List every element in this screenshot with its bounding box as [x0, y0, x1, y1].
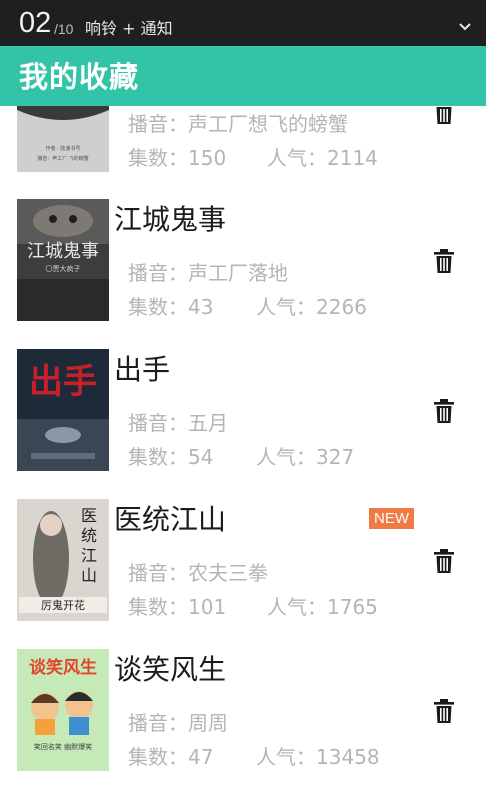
book-cover: 谈笑风生 笑回名笑 幽默爆笑 [17, 649, 109, 771]
item-anchor: 播音：农夫三拳 [128, 561, 268, 585]
svg-text:〇贾大疯子: 〇贾大疯子 [46, 264, 81, 273]
item-episodes: 集数：54 [128, 445, 214, 469]
notification-label: 响铃 + 通知 [85, 19, 173, 38]
svg-text:出手: 出手 [29, 362, 97, 402]
svg-text:厉鬼开花: 厉鬼开花 [41, 598, 85, 612]
new-badge: NEW [369, 508, 414, 529]
list-item[interactable]: 出手 出手 播音：五月 集数：54 人气：327 [0, 349, 486, 499]
item-title: 谈笑风生 [114, 653, 227, 686]
item-stats: 集数：43 人气：2266 [128, 295, 367, 319]
item-stats: 集数：150 人气：2114 [128, 146, 378, 170]
book-cover: 医 统 江 山 厉鬼开花 [17, 499, 109, 621]
item-anchor: 播音：五月 [128, 411, 228, 435]
item-episodes: 集数：47 [128, 745, 214, 769]
item-episodes: 集数：43 [128, 295, 214, 319]
item-title: 江城鬼事 [114, 203, 227, 236]
item-anchor: 播音：声工厂落地 [128, 261, 288, 285]
svg-text:谈笑风生: 谈笑风生 [29, 657, 97, 678]
item-anchor: 播音：周周 [128, 711, 228, 735]
item-popularity: 人气：327 [256, 445, 355, 469]
notification-status-bar[interactable]: 02 /10 响铃 + 通知 [0, 0, 486, 46]
page-header: 我的收藏 [0, 46, 486, 106]
book-cover: 江城鬼事 〇贾大疯子 [17, 199, 109, 321]
list-item[interactable]: 医 统 江 山 厉鬼开花 医统江山 NEW 播音：农夫三拳 集数：101 人气：… [0, 499, 486, 649]
page-title: 我的收藏 [19, 60, 140, 94]
favorites-list: 作者 · 陆谦书号 播音：声工厂·飞的螃蟹 播音：声工厂想飞的螃蟹 集数：150… [0, 0, 486, 810]
svg-text:播音：声工厂·飞的螃蟹: 播音：声工厂·飞的螃蟹 [37, 155, 89, 162]
trash-icon[interactable] [434, 249, 454, 273]
list-item[interactable]: 谈笑风生 笑回名笑 幽默爆笑 谈笑风生 播音：周周 集数：47 人气：13458 [0, 649, 486, 799]
chevron-down-icon[interactable] [458, 22, 472, 32]
notification-index: 02 [19, 7, 52, 39]
trash-icon[interactable] [434, 399, 454, 423]
item-anchor: 播音：声工厂想飞的螃蟹 [128, 112, 348, 136]
item-title: 医统江山 [114, 503, 227, 536]
svg-text:江城鬼事: 江城鬼事 [27, 241, 99, 262]
svg-text:作者 · 陆谦书号: 作者 · 陆谦书号 [46, 145, 81, 152]
trash-icon[interactable] [434, 699, 454, 723]
item-popularity: 人气：2114 [267, 146, 378, 170]
item-popularity: 人气：2266 [256, 295, 367, 319]
svg-text:江: 江 [81, 546, 97, 565]
item-stats: 集数：47 人气：13458 [128, 745, 380, 769]
svg-text:笑回名笑 幽默爆笑: 笑回名笑 幽默爆笑 [34, 742, 92, 751]
notification-total: /10 [54, 21, 74, 37]
trash-icon[interactable] [434, 549, 454, 573]
item-stats: 集数：54 人气：327 [128, 445, 354, 469]
svg-text:统: 统 [81, 526, 97, 545]
item-episodes: 集数：101 [128, 595, 227, 619]
item-title: 出手 [114, 353, 171, 386]
svg-text:山: 山 [81, 566, 97, 585]
svg-text:医: 医 [81, 506, 97, 525]
item-popularity: 人气：1765 [267, 595, 378, 619]
book-cover: 出手 [17, 349, 109, 471]
list-item[interactable]: 江城鬼事 〇贾大疯子 江城鬼事 播音：声工厂落地 集数：43 人气：2266 [0, 199, 486, 349]
item-stats: 集数：101 人气：1765 [128, 595, 378, 619]
item-episodes: 集数：150 [128, 146, 227, 170]
item-popularity: 人气：13458 [256, 745, 380, 769]
